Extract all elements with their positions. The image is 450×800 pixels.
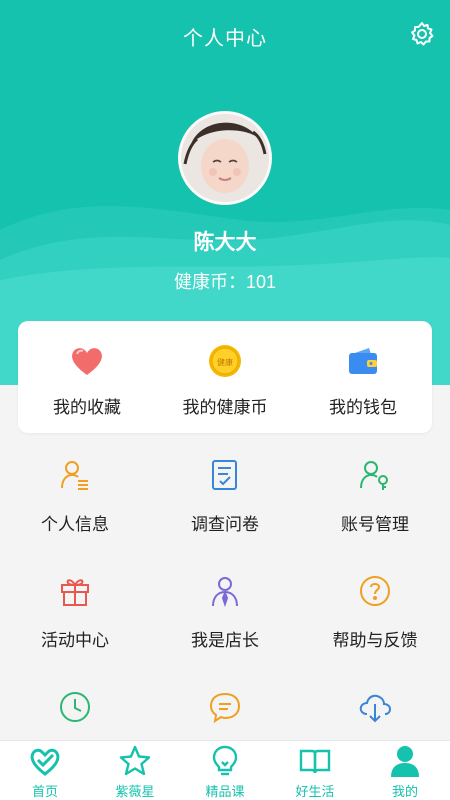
tab-ziweixing-label: 紫薇星 bbox=[115, 784, 155, 799]
tab-home-label: 首页 bbox=[31, 784, 58, 799]
health-coin-balance: 健康币：101 bbox=[173, 272, 277, 292]
tab-good-life-label: 好生活 bbox=[295, 784, 335, 799]
tab-mine-label: 我的 bbox=[391, 784, 418, 799]
tab-good-life[interactable]: 好生活 bbox=[270, 741, 360, 800]
tab-courses[interactable]: 精品课 bbox=[180, 741, 270, 800]
my-wallet-button[interactable]: 我的钱包 bbox=[294, 321, 432, 433]
chat-icon bbox=[209, 692, 241, 724]
bottom-tab-bar: 首页 紫薇星 精品课 好生活 我的 bbox=[0, 740, 450, 800]
activity-center-button[interactable]: 活动中心 bbox=[0, 566, 150, 682]
my-favorites-label: 我的收藏 bbox=[53, 398, 121, 417]
help-feedback-button[interactable]: 帮助与反馈 bbox=[300, 566, 450, 682]
user-name: 陈大大 bbox=[193, 231, 257, 254]
menu-row: 活动中心 我是店长 帮助与反馈 bbox=[0, 566, 450, 682]
heart-icon bbox=[72, 348, 102, 375]
clock-icon bbox=[60, 692, 90, 722]
tab-home[interactable]: 首页 bbox=[0, 741, 90, 800]
help-feedback-label: 帮助与反馈 bbox=[332, 631, 418, 650]
avatar[interactable] bbox=[178, 111, 272, 205]
survey-icon bbox=[212, 460, 237, 490]
manager-icon bbox=[212, 577, 238, 608]
coin-icon: 健康 bbox=[209, 345, 241, 377]
my-coins-label: 我的健康币 bbox=[182, 398, 268, 417]
bulb-icon bbox=[212, 745, 238, 776]
my-favorites-button[interactable]: 我的收藏 bbox=[18, 321, 156, 433]
survey-label: 调查问卷 bbox=[191, 515, 259, 534]
home-heart-icon bbox=[30, 748, 60, 776]
tab-courses-label: 精品课 bbox=[205, 784, 245, 799]
personal-info-label: 个人信息 bbox=[41, 515, 109, 534]
wallet-icon bbox=[349, 348, 377, 374]
tab-ziweixing[interactable]: 紫薇星 bbox=[90, 741, 180, 800]
cloud-download-icon bbox=[359, 694, 392, 723]
account-management-label: 账号管理 bbox=[341, 515, 409, 534]
account-key-icon bbox=[360, 461, 388, 490]
gift-icon bbox=[61, 579, 89, 606]
my-coins-button[interactable]: 健康 我的健康币 bbox=[156, 321, 294, 433]
store-manager-button[interactable]: 我是店长 bbox=[150, 566, 300, 682]
book-icon bbox=[299, 749, 331, 774]
star-icon bbox=[119, 745, 151, 776]
page-title: 个人中心 bbox=[183, 28, 267, 50]
person-icon bbox=[391, 746, 419, 777]
account-management-button[interactable]: 账号管理 bbox=[300, 450, 450, 566]
activity-center-label: 活动中心 bbox=[41, 631, 109, 650]
personal-info-button[interactable]: 个人信息 bbox=[0, 450, 150, 566]
gear-icon[interactable] bbox=[408, 20, 436, 48]
menu-row: 个人信息 调查问卷 账号管理 bbox=[0, 450, 450, 566]
quick-actions-card: 我的收藏 健康 我的健康币 我的钱包 bbox=[18, 321, 432, 433]
coin-text: 健康 bbox=[217, 357, 233, 367]
my-wallet-label: 我的钱包 bbox=[329, 398, 397, 417]
store-manager-label: 我是店长 bbox=[191, 631, 259, 650]
survey-button[interactable]: 调查问卷 bbox=[150, 450, 300, 566]
help-icon bbox=[360, 576, 390, 606]
tab-mine[interactable]: 我的 bbox=[360, 741, 450, 800]
user-info-icon bbox=[61, 461, 88, 490]
